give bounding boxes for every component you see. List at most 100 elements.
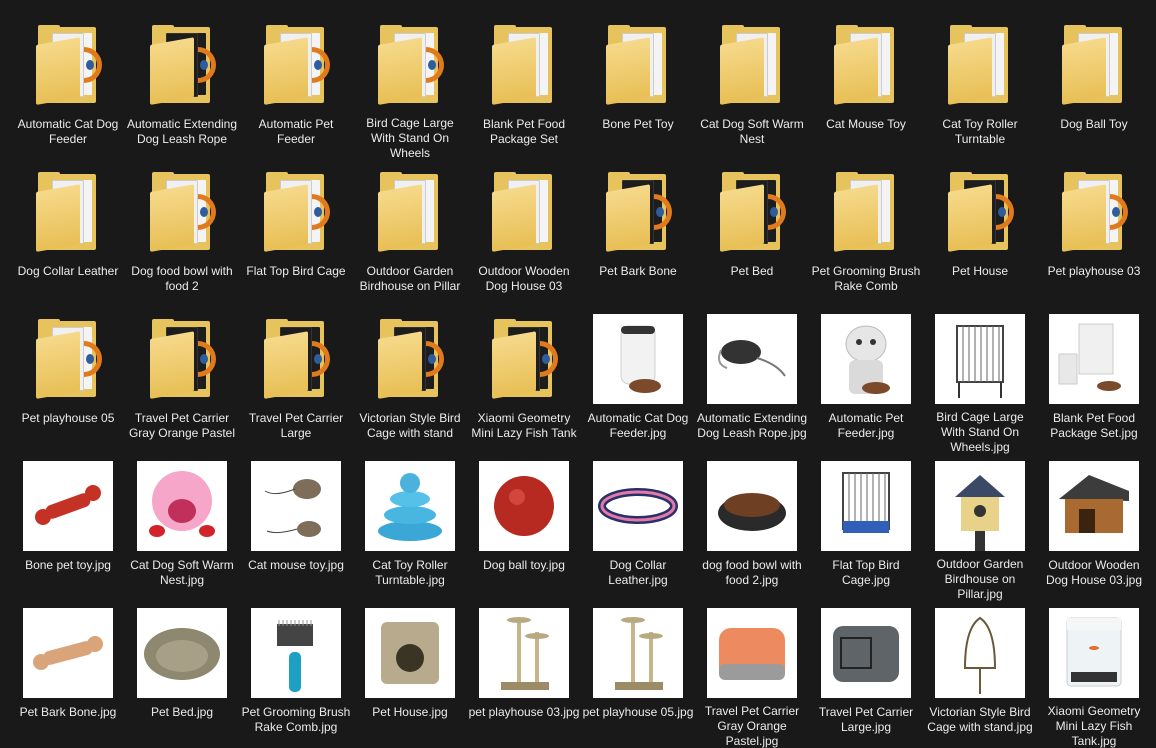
feeder-image-icon [593,314,683,404]
item-label: Dog food bowl with food 2 [131,264,233,293]
folder-item[interactable]: Pet playhouse 03 [1037,161,1151,308]
folder-item[interactable]: Travel Pet Carrier Gray Orange Pastel [125,308,239,455]
image-file-item[interactable]: Victorian Style Bird Cage with stand.jpg [923,602,1037,748]
item-label: Dog Collar Leather.jpg [608,558,668,587]
folder-item[interactable]: MTL Outdoor Wooden Dog House 03 [467,161,581,308]
image-file-item[interactable]: Bone pet toy.jpg [11,455,125,602]
image-file-item[interactable]: Dog Collar Leather.jpg [581,455,695,602]
image-file-item[interactable]: Automatic Cat Dog Feeder.jpg [581,308,695,455]
image-file-item[interactable]: Automatic Pet Feeder.jpg [809,308,923,455]
image-file-item[interactable]: Flat Top Bird Cage.jpg [809,455,923,602]
folder-item[interactable]: MTL Pet Grooming Brush Rake Comb [809,161,923,308]
folder-thumbnail: MTL [1044,19,1144,111]
folder-thumbnail: MTL [816,166,916,258]
image-thumbnail [816,313,916,405]
item-label: Outdoor Garden Birdhouse on Pillar [359,264,461,293]
image-file-item[interactable]: Pet Bark Bone.jpg [11,602,125,748]
item-label: Automatic Cat Dog Feeder.jpg [587,411,689,440]
folder-thumbnail [930,166,1030,258]
item-label: Outdoor Wooden Dog House 03.jpg [1045,558,1143,587]
folder-thumbnail [702,166,802,258]
image-file-item[interactable]: Travel Pet Carrier Large.jpg [809,602,923,748]
bird-cage-image-icon [935,313,1025,404]
folder-item[interactable]: Bird Cage Large With Stand On Wheels [353,14,467,161]
folder-item[interactable]: Pet House [923,161,1037,308]
pink-nest-image-icon [137,461,227,551]
item-label: pet playhouse 05.jpg [582,705,694,719]
folder-item[interactable]: Pet Bark Bone [581,161,695,308]
folder-item[interactable]: MTL Dog Ball Toy [1037,14,1151,161]
item-label: Cat Mouse Toy [826,117,906,131]
item-label: Dog Ball Toy [1060,117,1128,131]
image-file-item[interactable]: Cat mouse toy.jpg [239,455,353,602]
folder-thumbnail [474,313,574,405]
image-file-item[interactable]: dog food bowl with food 2.jpg [695,455,809,602]
folder-item[interactable]: Travel Pet Carrier Large [239,308,353,455]
image-file-item[interactable]: Automatic Extending Dog Leash Rope.jpg [695,308,809,455]
folder-icon: MTL [378,172,442,252]
folder-item[interactable]: Pet Bed [695,161,809,308]
folder-icon [150,172,216,252]
folder-item[interactable]: MTL Blank Pet Food Package Set [467,14,581,161]
image-file-item[interactable]: pet playhouse 05.jpg [581,602,695,748]
item-label: Pet Grooming Brush Rake Comb [811,264,921,293]
folder-thumbnail: MTL [18,166,118,258]
image-thumbnail [474,460,574,552]
image-file-item[interactable]: Bird Cage Large With Stand On Wheels.jpg [923,308,1037,455]
image-file-item[interactable]: Xiaomi Geometry Mini Lazy Fish Tank.jpg [1037,602,1151,748]
folder-icon [606,172,672,252]
image-file-item[interactable]: Travel Pet Carrier Gray Orange Pastel.jp… [695,602,809,748]
folder-item[interactable]: Dog food bowl with food 2 [125,161,239,308]
folder-item[interactable]: Automatic Cat Dog Feeder [11,14,125,161]
folder-icon [150,25,216,106]
folder-icon [36,25,102,106]
image-file-item[interactable]: Dog ball toy.jpg [467,455,581,602]
folder-item[interactable]: Automatic Extending Dog Leash Rope [125,14,239,161]
image-file-item[interactable]: Cat Dog Soft Warm Nest.jpg [125,455,239,602]
doghouse-image-icon [1049,461,1139,551]
package-image-icon [1049,314,1139,404]
item-label: Outdoor Wooden Dog House 03 [478,264,570,293]
item-label: Pet House.jpg [372,705,448,719]
folder-item[interactable]: MTL Bone Pet Toy [581,14,695,161]
item-label: Xiaomi Geometry Mini Lazy Fish Tank [471,411,577,440]
folder-item[interactable]: Pet playhouse 05 [11,308,125,455]
folder-icon [720,172,786,252]
file-grid: Automatic Cat Dog Feeder Automatic Extend… [0,0,1156,748]
item-label: Pet Bed [730,264,774,278]
image-file-item[interactable]: Pet Bed.jpg [125,602,239,748]
comb-image-icon [251,608,341,698]
image-file-item[interactable]: Outdoor Garden Birdhouse on Pillar.jpg [923,455,1037,602]
image-file-item[interactable]: pet playhouse 03.jpg [467,602,581,748]
folder-item[interactable]: Victorian Style Bird Cage with stand [353,308,467,455]
playhouse-image-icon [593,608,683,698]
beige-bone-image-icon [23,608,113,698]
folder-item[interactable]: MTL Outdoor Garden Birdhouse on Pillar [353,161,467,308]
folder-item[interactable]: Automatic Pet Feeder [239,14,353,161]
image-thumbnail [816,460,916,552]
folder-thumbnail [132,166,232,258]
folder-icon [492,319,558,399]
image-file-item[interactable]: Outdoor Wooden Dog House 03.jpg [1037,455,1151,602]
folder-thumbnail [360,19,460,110]
folder-item[interactable]: MTL Cat Toy Roller Turntable [923,14,1037,161]
folder-item[interactable]: MTL Dog Collar Leather [11,161,125,308]
item-label: Pet House [951,264,1009,278]
image-file-item[interactable]: Blank Pet Food Package Set.jpg [1037,308,1151,455]
folder-item[interactable]: MTL Cat Mouse Toy [809,14,923,161]
folder-thumbnail: MTL [474,166,574,258]
image-file-item[interactable]: Cat Toy Roller Turntable.jpg [353,455,467,602]
folder-icon: MTL [1062,25,1126,106]
folder-item[interactable]: Flat Top Bird Cage [239,161,353,308]
folder-icon: MTL [834,172,898,252]
item-label: Blank Pet Food Package Set [482,117,566,146]
folder-item[interactable]: MTL Cat Dog Soft Warm Nest [695,14,809,161]
folder-thumbnail: MTL [816,19,916,111]
collar-image-icon [593,461,683,551]
orange-carrier-image-icon [707,607,797,698]
image-file-item[interactable]: Pet House.jpg [353,602,467,748]
folder-icon [150,319,216,399]
folder-item[interactable]: Xiaomi Geometry Mini Lazy Fish Tank [467,308,581,455]
item-label: Automatic Pet Feeder [258,117,334,146]
image-file-item[interactable]: Pet Grooming Brush Rake Comb.jpg [239,602,353,748]
